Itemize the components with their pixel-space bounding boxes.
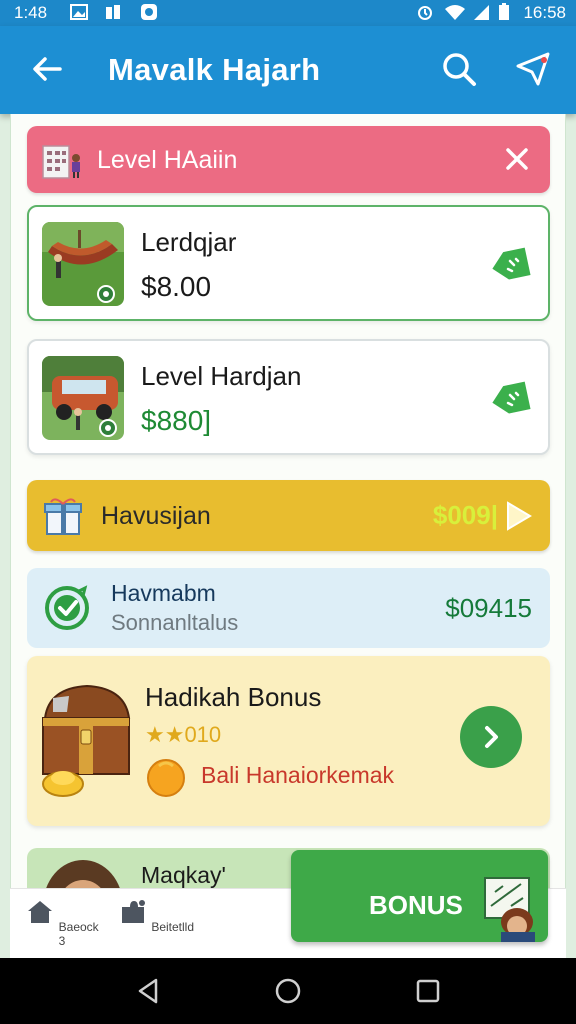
chevron-right-icon (485, 726, 498, 748)
back-triangle-icon[interactable] (134, 976, 164, 1006)
building-icon (42, 145, 80, 179)
list-item[interactable]: Lerdqjar $8.00 (27, 205, 550, 321)
app-icon (141, 4, 157, 20)
status-bar: 1:48 16:58 (0, 0, 576, 26)
back-button[interactable] (24, 46, 70, 92)
alarm-icon (418, 6, 432, 20)
havusijan-amount: $009| (432, 500, 498, 530)
item-name: Lerdqjar (141, 227, 237, 257)
bonus-button[interactable]: BONUS (291, 850, 548, 942)
item-price: $880] (141, 405, 212, 436)
search-button[interactable] (436, 46, 482, 92)
character-icon (484, 877, 535, 942)
arrow-left-icon (33, 57, 62, 81)
nav-label: Baeock 3 (58, 920, 99, 948)
treasure-chest-icon (42, 684, 131, 797)
list-item[interactable]: Level Hardjan $880] (27, 339, 550, 455)
bonus-go-button[interactable] (460, 706, 522, 768)
status-time: 1:48 (14, 3, 48, 22)
content-panel: Level HAaiin Lerdqjar $8.00 Level Hardja… (10, 114, 566, 958)
send-button[interactable] (510, 46, 556, 92)
tag-icon[interactable] (488, 243, 532, 287)
item-price: $8.00 (141, 271, 212, 302)
home-circle-icon[interactable] (273, 976, 303, 1006)
bonus-rating: ★★010 (145, 722, 222, 747)
nav-item-puzzle[interactable]: Beitetlld (116, 897, 196, 934)
bonus-card[interactable]: Hadikah Bonus ★★010 Bali Hanaiorkemak (27, 656, 550, 826)
level-banner-label: Level HAaiin (97, 146, 238, 174)
search-icon (443, 53, 476, 86)
maqkay-label: Maqkay' (141, 862, 226, 888)
image-icon (70, 4, 88, 20)
battery-icon (499, 3, 509, 20)
notification-icon (106, 5, 120, 19)
close-button[interactable] (500, 142, 534, 176)
item-thumbnail (42, 222, 124, 306)
bonus-description: Bali Hanaiorkemak (201, 762, 395, 788)
close-icon (506, 148, 528, 170)
page-title: Mavalk Hajarh (108, 52, 321, 87)
item-thumbnail (42, 356, 124, 440)
tag-icon[interactable] (488, 377, 532, 421)
gift-box-icon (44, 498, 82, 535)
bonus-button-label: BONUS (369, 890, 463, 920)
wifi-icon (445, 5, 465, 20)
nav-item-home[interactable]: Baeock 3 (22, 897, 102, 948)
signal-icon (474, 5, 489, 20)
havusijan-label: Havusijan (101, 502, 211, 530)
havmabm-subtitle: Sonnanltalus (111, 610, 239, 635)
havmabm-amount: $09415 (445, 593, 532, 623)
orange-coin-icon (147, 759, 185, 797)
puzzle-icon (121, 900, 145, 923)
havmabm-banner[interactable]: Havmabm Sonnanltalus $09415 (27, 568, 550, 648)
home-icon (28, 901, 53, 923)
nav-label: Beitetlld (151, 920, 195, 934)
level-banner[interactable]: Level HAaiin (27, 126, 550, 193)
havusijan-banner[interactable]: Havusijan $009| (27, 480, 550, 551)
app-bar: Mavalk Hajarh (0, 26, 576, 114)
item-name: Level Hardjan (141, 361, 302, 391)
play-arrow-icon[interactable] (504, 499, 534, 533)
status-time-right: 16:58 (523, 3, 566, 22)
havmabm-title: Havmabm (111, 580, 216, 606)
bonus-title: Hadikah Bonus (145, 682, 322, 712)
system-nav-bar (0, 958, 576, 1024)
check-circle-icon (45, 585, 89, 630)
send-icon (516, 52, 550, 86)
recents-square-icon[interactable] (413, 976, 443, 1006)
